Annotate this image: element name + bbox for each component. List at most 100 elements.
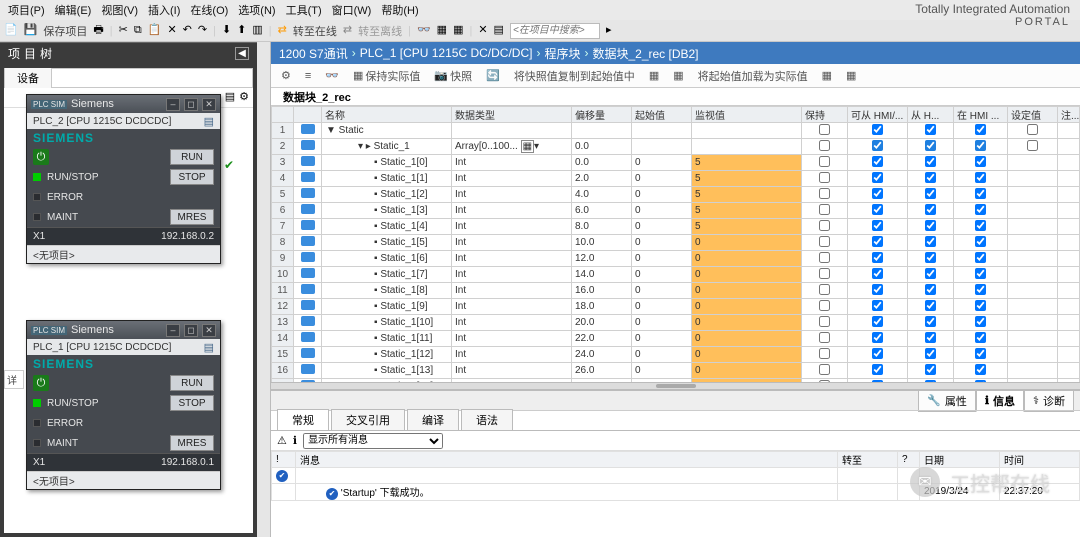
col-header[interactable]: 在 HMI ... <box>954 107 1008 123</box>
col-header[interactable]: 注... <box>1058 107 1080 123</box>
menu-options[interactable]: 选项(N) <box>234 0 279 20</box>
mres-button[interactable]: MRES <box>170 435 214 451</box>
table-row[interactable]: 15▪ Static_1[12]Int24.000 <box>272 347 1080 363</box>
tree-config-icon[interactable]: ⚙ <box>239 92 249 103</box>
table-row[interactable]: 4▪ Static_1[1]Int2.005 <box>272 171 1080 187</box>
msg-tab-xref[interactable]: 交叉引用 <box>331 409 405 430</box>
restore-icon[interactable]: ◻ <box>184 324 198 337</box>
go-offline-icon[interactable]: ⇄ <box>343 25 352 36</box>
col-header[interactable] <box>272 107 294 123</box>
minimize-icon[interactable]: – <box>166 324 180 337</box>
msg-filter-select[interactable]: 显示所有消息 <box>303 433 443 449</box>
compare-icon[interactable]: ▥ <box>252 25 262 36</box>
table-row[interactable]: 8▪ Static_1[5]Int10.000 <box>272 235 1080 251</box>
search-next-icon[interactable]: ▸ <box>606 25 612 36</box>
tab-properties[interactable]: 🔧属性 <box>918 390 976 412</box>
collapse-strip[interactable] <box>257 42 271 537</box>
table-row[interactable]: 11▪ Static_1[8]Int16.000 <box>272 283 1080 299</box>
force-icon[interactable]: ▦ <box>437 25 447 36</box>
menu-view[interactable]: 视图(V) <box>97 0 142 20</box>
trace-icon[interactable]: ▦ <box>453 25 463 36</box>
copy-icon[interactable]: ⧉ <box>134 25 142 36</box>
menu-edit[interactable]: 编辑(E) <box>51 0 96 20</box>
col-q[interactable]: ? <box>898 452 920 468</box>
run-button[interactable]: RUN <box>170 149 214 165</box>
tb-icon[interactable]: ▦ <box>669 67 687 84</box>
col-time[interactable]: 时间 <box>1000 452 1080 468</box>
close-icon[interactable]: ✕ <box>202 324 216 337</box>
project-search-input[interactable] <box>510 23 600 39</box>
table-row[interactable]: 17▪ Static_1[14]Int28.000 <box>272 379 1080 383</box>
mres-button[interactable]: MRES <box>170 209 214 225</box>
power-button[interactable]: ⏻ <box>33 149 49 165</box>
col-date[interactable]: 日期 <box>920 452 1000 468</box>
layout-icon[interactable]: ▤ <box>494 25 504 36</box>
save-icon[interactable]: 💾 <box>24 25 38 36</box>
col-goto[interactable]: 转至 <box>838 452 898 468</box>
tab-info[interactable]: ℹ信息 <box>976 390 1024 412</box>
delete-icon[interactable]: ✕ <box>167 25 176 36</box>
tb-icon[interactable]: ⚙ <box>277 67 295 84</box>
menu-window[interactable]: 窗口(W) <box>328 0 376 20</box>
table-row[interactable]: 13▪ Static_1[10]Int20.000 <box>272 315 1080 331</box>
print-icon[interactable]: 🖶 <box>93 25 103 36</box>
config-icon[interactable]: ▤ <box>204 115 214 128</box>
col-header[interactable]: 从 H... <box>908 107 954 123</box>
msg-tab-syntax[interactable]: 语法 <box>461 409 513 430</box>
table-row[interactable]: 9▪ Static_1[6]Int12.000 <box>272 251 1080 267</box>
load-start-button[interactable]: 将起始值加载为实际值 <box>694 66 812 86</box>
db-grid[interactable]: 名称数据类型偏移量起始值监视值保持可从 HMI/...从 H...在 HMI .… <box>271 106 1080 382</box>
menu-help[interactable]: 帮助(H) <box>377 0 422 20</box>
crumb-plc[interactable]: PLC_1 [CPU 1215C DC/DC/DC] <box>360 46 533 60</box>
tb-icon[interactable]: ▦ <box>818 67 836 84</box>
side-row[interactable]: 详 <box>4 370 24 389</box>
close-icon[interactable]: ✕ <box>202 98 216 111</box>
message-table[interactable]: ! 消息 转至 ? 日期 时间 ✔ ✔ 'Startup' 下载成功。 2019… <box>271 451 1080 501</box>
save-project-button[interactable]: 保存项目 <box>43 23 87 39</box>
restore-icon[interactable]: ◻ <box>184 98 198 111</box>
tb-icon[interactable]: 👓 <box>321 67 343 84</box>
col-header[interactable]: 名称 <box>322 107 452 123</box>
upload-icon[interactable]: ⬆ <box>237 25 246 36</box>
col-header[interactable]: 起始值 <box>632 107 692 123</box>
tb-icon[interactable]: ▦ <box>842 67 860 84</box>
menu-project[interactable]: 项目(P) <box>4 0 49 20</box>
stop-button[interactable]: STOP <box>170 395 214 411</box>
table-row[interactable]: 6▪ Static_1[3]Int6.005 <box>272 203 1080 219</box>
plcsim-panel-plc2[interactable]: PLC SIM Siemens – ◻ ✕ PLC_2 [CPU 1215C D… <box>26 94 221 264</box>
table-row[interactable]: 5▪ Static_1[2]Int4.005 <box>272 187 1080 203</box>
table-row[interactable]: 3▪ Static_1[0]Int0.005 <box>272 155 1080 171</box>
monitor-icon[interactable]: 👓 <box>417 25 431 36</box>
run-button[interactable]: RUN <box>170 375 214 391</box>
crumb-db[interactable]: 数据块_2_rec [DB2] <box>592 45 698 62</box>
paste-icon[interactable]: 📋 <box>148 25 162 36</box>
tab-diag[interactable]: ⚕诊断 <box>1024 390 1074 412</box>
msg-tab-general[interactable]: 常规 <box>277 409 329 430</box>
col-header[interactable]: 监视值 <box>692 107 802 123</box>
copy-snapshot-button[interactable]: 将快照值复制到起始值中 <box>510 66 639 86</box>
menu-online[interactable]: 在线(O) <box>186 0 232 20</box>
stop-button[interactable]: STOP <box>170 169 214 185</box>
col-header[interactable]: 设定值 <box>1008 107 1058 123</box>
device-tab[interactable]: 设备 <box>5 68 52 88</box>
col-header[interactable]: 保持 <box>802 107 848 123</box>
new-icon[interactable]: 📄 <box>4 25 18 36</box>
plcsim-panel-plc1[interactable]: PLC SIM Siemens – ◻ ✕ PLC_1 [CPU 1215C D… <box>26 320 221 490</box>
minimize-icon[interactable]: – <box>166 98 180 111</box>
table-row[interactable]: 16▪ Static_1[13]Int26.000 <box>272 363 1080 379</box>
tb-icon[interactable]: ≡ <box>301 68 315 84</box>
table-row[interactable]: 14▪ Static_1[11]Int22.000 <box>272 331 1080 347</box>
col-header[interactable]: 可从 HMI/... <box>848 107 908 123</box>
snapshot-button[interactable]: 📷快照 <box>430 66 476 86</box>
table-row[interactable]: 10▪ Static_1[7]Int14.000 <box>272 267 1080 283</box>
col-header[interactable]: 数据类型 <box>452 107 572 123</box>
undo-icon[interactable]: ↶ <box>183 25 192 36</box>
table-row[interactable]: 7▪ Static_1[4]Int8.005 <box>272 219 1080 235</box>
crumb-project[interactable]: 1200 S7通讯 <box>279 45 348 62</box>
col-msg[interactable]: 消息 <box>296 452 838 468</box>
filter-icon[interactable]: ⚠ <box>277 434 287 447</box>
cross-ref-icon[interactable]: ✕ <box>478 25 487 36</box>
go-online-button[interactable]: 转至在线 <box>293 23 337 39</box>
col-header[interactable] <box>294 107 322 123</box>
menu-tools[interactable]: 工具(T) <box>282 0 326 20</box>
